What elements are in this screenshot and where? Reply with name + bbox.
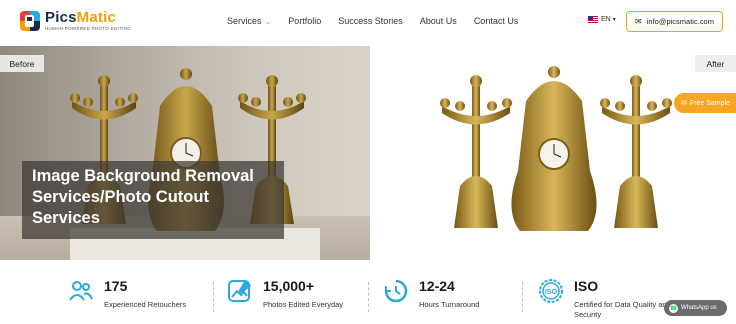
after-label: After bbox=[695, 55, 736, 72]
nav-services-label: Services bbox=[227, 16, 262, 26]
divider bbox=[522, 282, 523, 312]
stats-bar: 175 Experienced Retouchers 15,000+ Photo… bbox=[0, 260, 736, 324]
language-label: EN bbox=[601, 16, 611, 23]
nav-services[interactable]: Services ⌄ bbox=[227, 16, 271, 26]
users-icon bbox=[69, 281, 93, 301]
before-label: Before bbox=[0, 55, 44, 72]
stat-value: 12-24 bbox=[419, 278, 455, 294]
whatsapp-icon: ☎ bbox=[669, 303, 678, 313]
stat-retouchers: 175 Experienced Retouchers bbox=[68, 278, 186, 310]
stat-label: Experienced Retouchers bbox=[104, 300, 187, 309]
free-sample-label: Free Sample bbox=[689, 99, 730, 107]
logo-tagline: HUMAN-POWERED PHOTO EDITING bbox=[45, 26, 132, 31]
email-label: info@picsmatic.com bbox=[646, 17, 714, 26]
whatsapp-button[interactable]: ☎ WhatsApp us bbox=[664, 300, 727, 316]
logo-name-part2: Matic bbox=[76, 9, 117, 26]
hero-comparison: Before After Image Background Removal Se… bbox=[0, 46, 736, 260]
stat-value: ISO bbox=[574, 278, 599, 294]
logo[interactable]: PicsMatic HUMAN-POWERED PHOTO EDITING bbox=[20, 10, 131, 31]
hero-title-overlay: Image Background Removal Services/Photo … bbox=[22, 161, 284, 239]
language-selector[interactable]: EN ▾ bbox=[588, 16, 616, 23]
clock-set-after-image bbox=[440, 66, 672, 231]
mail-icon: ✉ bbox=[681, 100, 687, 107]
site-header: PicsMatic HUMAN-POWERED PHOTO EDITING Se… bbox=[0, 0, 736, 46]
logo-icon bbox=[20, 10, 40, 31]
nav-portfolio[interactable]: Portfolio bbox=[288, 16, 321, 26]
logo-name-part1: Pics bbox=[45, 9, 77, 26]
free-sample-button[interactable]: ✉ Free Sample bbox=[674, 93, 736, 113]
photo-edit-icon bbox=[228, 280, 251, 302]
chevron-down-icon: ⌄ bbox=[264, 17, 272, 26]
email-button[interactable]: ✉ info@picsmatic.com bbox=[626, 11, 723, 32]
after-image bbox=[370, 46, 736, 260]
stat-photos-edited: 15,000+ Photos Edited Everyday bbox=[227, 278, 343, 310]
stat-label: Hours Turnaround bbox=[419, 300, 480, 309]
logo-name: PicsMatic bbox=[45, 10, 131, 25]
clock-icon bbox=[384, 279, 408, 303]
stat-label: Photos Edited Everyday bbox=[263, 300, 344, 309]
hero-title: Image Background Removal Services/Photo … bbox=[32, 167, 254, 227]
nav-success-stories[interactable]: Success Stories bbox=[338, 16, 403, 26]
divider bbox=[368, 282, 369, 312]
stat-value: 175 bbox=[104, 278, 128, 294]
mail-icon: ✉ bbox=[635, 17, 642, 26]
svg-text:ISO: ISO bbox=[545, 289, 558, 296]
iso-badge-icon: ISO bbox=[539, 279, 563, 303]
us-flag-icon bbox=[588, 16, 598, 23]
nav-about-us[interactable]: About Us bbox=[420, 16, 457, 26]
stat-label: Certified for Data Quality and Security bbox=[574, 300, 671, 319]
stat-value: 15,000+ bbox=[263, 278, 314, 294]
stat-turnaround: 12-24 Hours Turnaround bbox=[383, 278, 479, 310]
whatsapp-label: WhatsApp us bbox=[681, 305, 717, 311]
nav-contact-us[interactable]: Contact Us bbox=[474, 16, 519, 26]
stat-iso: ISO ISO Certified for Data Quality and S… bbox=[538, 278, 674, 320]
main-nav: Services ⌄ Portfolio Success Stories Abou… bbox=[227, 16, 535, 26]
chevron-down-icon: ▾ bbox=[612, 17, 616, 23]
divider bbox=[213, 282, 214, 312]
